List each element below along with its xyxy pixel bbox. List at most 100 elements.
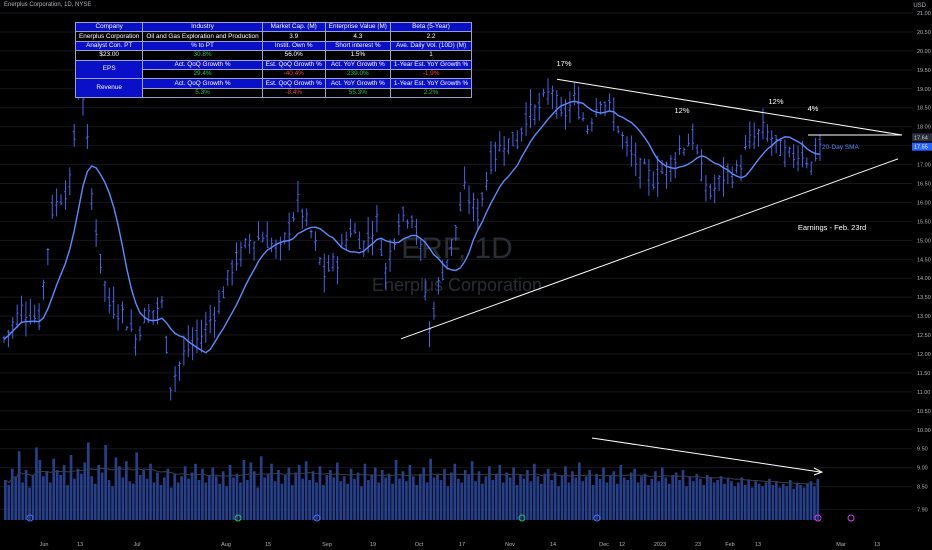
table-cell: 239.0%: [324, 68, 391, 80]
table-cell: -1.9%: [389, 68, 473, 80]
volume-bar: [726, 478, 730, 520]
volume-bar: [788, 480, 792, 520]
currency-label: USD: [913, 3, 926, 9]
volume-bar: [650, 478, 654, 520]
volume-bar: [806, 483, 809, 520]
x-tick-label: Mar: [836, 542, 846, 548]
volume-bar: [692, 481, 695, 520]
table-cell: 1-Year Est. YoY Growth %: [389, 78, 473, 89]
volume-bar: [356, 472, 360, 520]
volume-bar: [439, 480, 443, 520]
volume-bar: [757, 483, 761, 520]
volume-bar: [750, 487, 754, 520]
volume-bar: [325, 475, 329, 520]
x-tick-label: 12: [619, 542, 625, 548]
volume-bar: [712, 482, 716, 520]
volume-bar: [508, 477, 512, 520]
volume-bar: [709, 477, 713, 520]
volume-bar: [97, 465, 101, 520]
volume-bar: [501, 482, 505, 520]
volume-bar: [785, 486, 789, 520]
volume-bar: [446, 486, 450, 520]
volume-bar: [280, 483, 284, 520]
y-tick-label: 15.50: [917, 219, 931, 225]
volume-bar: [550, 480, 553, 520]
volume-bar: [795, 482, 799, 520]
volume-bar: [311, 471, 315, 520]
y-tick-label: 7.90: [917, 507, 928, 513]
volume-bar: [290, 485, 294, 520]
volume-bar: [353, 478, 356, 520]
volume-bar: [412, 476, 415, 520]
volume-bar: [591, 485, 595, 520]
volume-bar: [201, 468, 204, 520]
volume-bar: [163, 477, 166, 520]
volume-bar: [149, 463, 152, 520]
volume-bar: [208, 475, 211, 520]
volume-bar: [225, 486, 228, 520]
y-tick-label: 11.00: [917, 390, 930, 396]
volume-bar: [456, 478, 460, 520]
table-cell: Enterprise Value (M): [324, 21, 391, 33]
volume-bar: [346, 483, 349, 520]
table-cell: 5.3%: [142, 87, 263, 99]
volume-bar: [664, 477, 668, 520]
volume-bar: [35, 447, 38, 520]
y-tick-label: 21.00: [917, 11, 931, 17]
volume-bar: [612, 471, 616, 520]
table-cell: Instit. Own %: [261, 40, 326, 52]
table-cell: 55.3%: [324, 87, 391, 99]
volume-bar: [695, 473, 699, 520]
volume-bar: [519, 475, 522, 520]
x-tick-label: Jul: [133, 542, 140, 548]
volume-bar: [647, 485, 650, 520]
volume-bar: [335, 462, 339, 520]
volume-bar: [48, 482, 52, 520]
volume-bar: [394, 460, 398, 520]
volume-bar: [581, 481, 585, 520]
volume-bar: [7, 485, 11, 520]
event-marker-icon: [847, 514, 855, 522]
volume-bar: [460, 482, 464, 520]
volume-bar: [315, 482, 318, 520]
volume-bar: [740, 477, 744, 520]
y-tick-label: 10.00: [917, 428, 931, 434]
volume-bar: [494, 473, 498, 520]
volume-bar: [249, 462, 253, 520]
y-tick-label: 14.00: [917, 276, 931, 282]
volume-bar: [242, 460, 246, 520]
volume-bar: [463, 470, 467, 520]
volume-bar: [688, 476, 692, 520]
volume-bar: [453, 463, 457, 520]
volume-bar: [474, 481, 477, 520]
y-tick-label: 15.00: [917, 238, 931, 244]
volume-bar: [813, 486, 816, 520]
volume-bar: [308, 480, 311, 520]
volume-bar: [422, 467, 426, 520]
volume-bar: [228, 465, 232, 520]
table-cell: 30.8%: [142, 50, 263, 61]
volume-bar: [100, 472, 104, 520]
volume-bar: [781, 483, 785, 520]
y-tick-label: 19.00: [917, 87, 931, 93]
volume-bar: [218, 483, 222, 520]
volume-bar: [214, 476, 218, 520]
volume-bar: [636, 482, 640, 520]
y-tick-label: 11.50: [917, 371, 930, 377]
y-tick-label: 20.50: [917, 30, 931, 36]
volume-bar: [69, 455, 73, 520]
volume-bar: [557, 486, 560, 520]
volume-bar: [764, 482, 768, 520]
symbol-header: Enerplus Corporation, 1D, NYSE: [4, 2, 92, 8]
volume-bar: [730, 481, 733, 520]
x-tick-label: 13: [755, 542, 761, 548]
volume-bar: [384, 477, 387, 520]
x-tick-label: Aug: [221, 542, 231, 548]
annotation-label: 4%: [808, 104, 819, 113]
volume-bar: [681, 470, 685, 520]
volume-bar: [90, 476, 94, 520]
volume-bar: [187, 478, 190, 520]
volume-bar: [771, 485, 775, 520]
volume-bar: [522, 478, 526, 520]
sma-legend-label: 20-Day SMA: [822, 144, 860, 151]
